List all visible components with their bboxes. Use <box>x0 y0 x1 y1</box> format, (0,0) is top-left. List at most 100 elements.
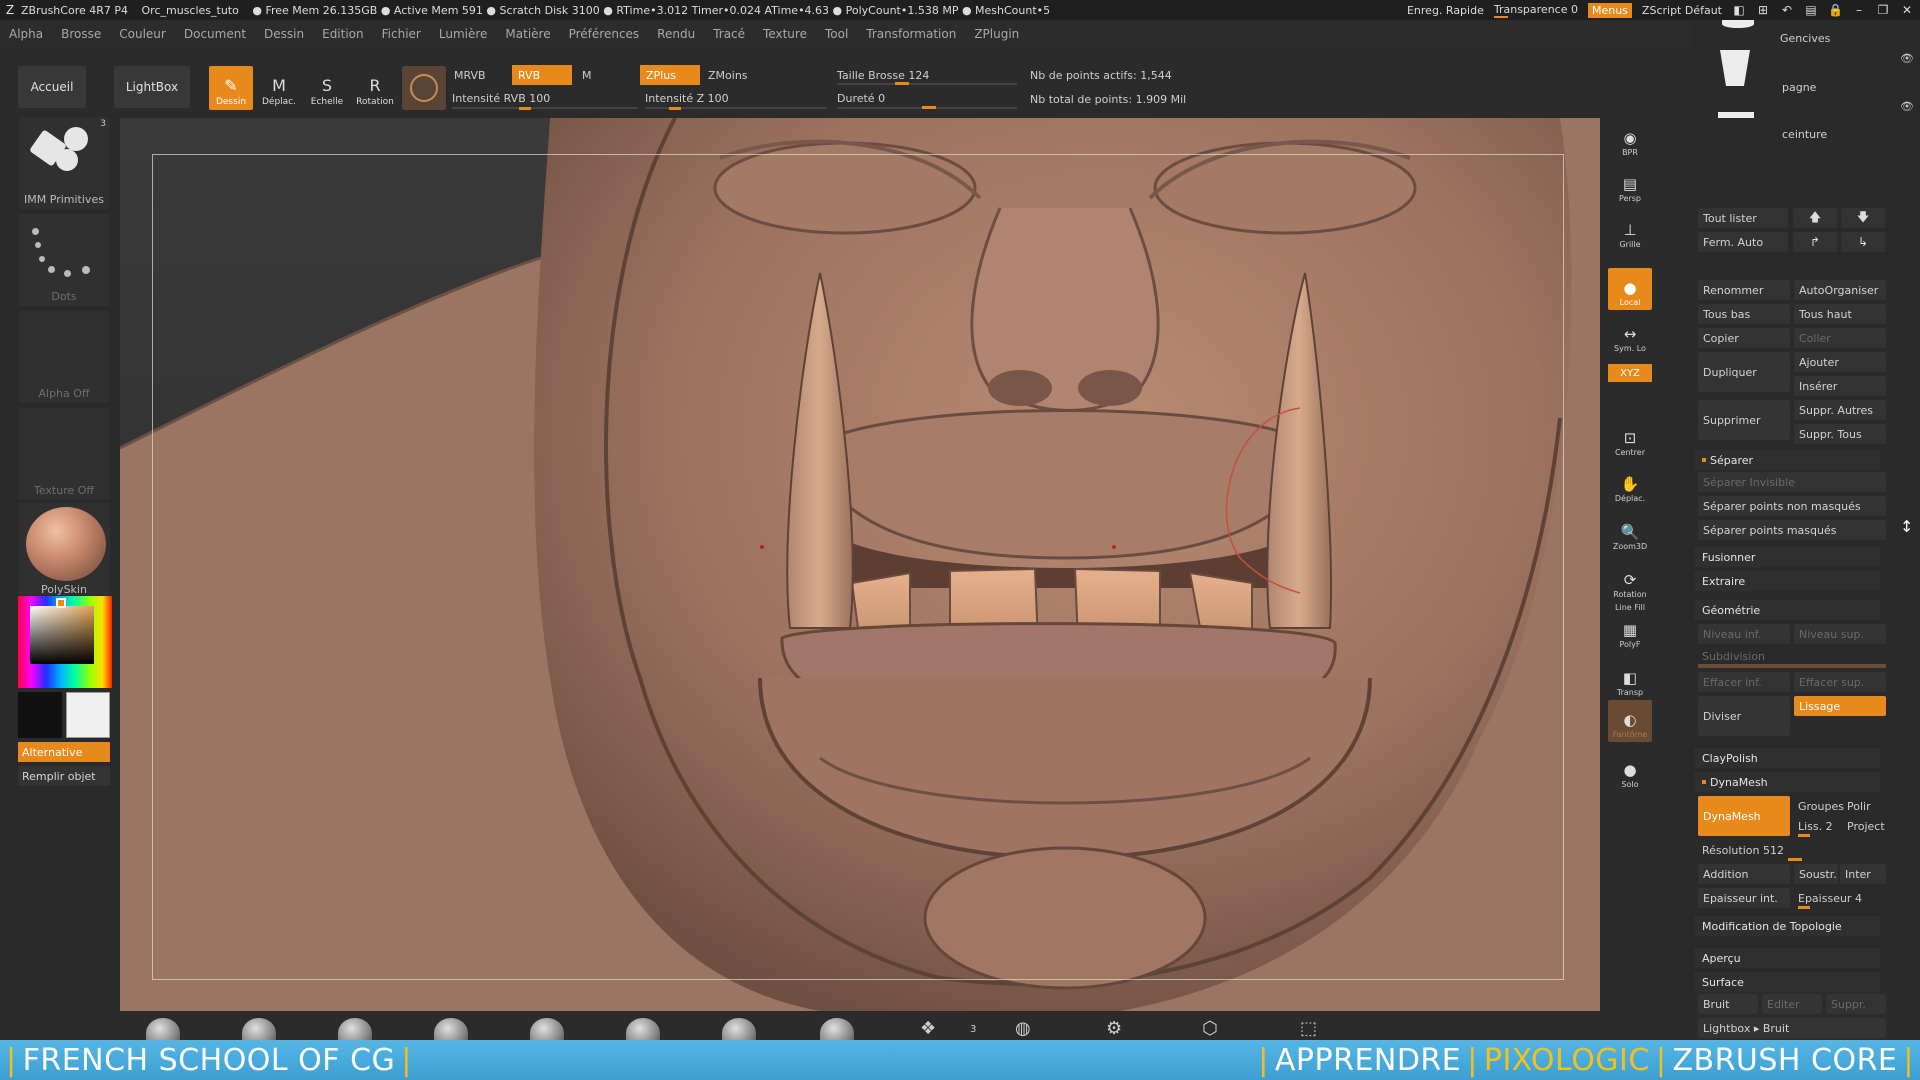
menu-item-3[interactable]: Document <box>175 27 255 41</box>
polyframe-button[interactable]: ▦ PolyF <box>1608 610 1652 652</box>
paste-button[interactable]: Coller <box>1794 328 1886 348</box>
eye-icon-loincloth[interactable]: 👁 <box>1900 100 1914 113</box>
rgb-toggle[interactable]: RVB <box>512 65 572 85</box>
draw-tool-button[interactable]: ✎ Dessin <box>209 66 253 110</box>
rotate-view-button[interactable]: ⟳ Rotation <box>1608 560 1652 602</box>
add-button[interactable]: Addition <box>1698 864 1790 884</box>
mrgb-toggle[interactable]: MRVB <box>448 65 510 85</box>
all-low-button[interactable]: Tous bas <box>1698 304 1790 324</box>
home-button[interactable]: Accueil <box>18 66 86 108</box>
split-masked-button[interactable]: Séparer points masqués <box>1698 520 1886 540</box>
menu-item-15[interactable]: ZPlugin <box>965 27 1028 41</box>
all-high-button[interactable]: Tous haut <box>1794 304 1886 324</box>
transparency-slider[interactable]: Transparence 0 <box>1493 3 1578 18</box>
subtool-loincloth[interactable]: pagne <box>1782 81 1816 94</box>
autoreorder-button[interactable]: AutoOrganiser <box>1794 280 1886 300</box>
insert-button[interactable]: Insérer <box>1794 376 1886 396</box>
zoom3d-button[interactable]: 🔍 Zoom3D <box>1608 512 1652 554</box>
delete-lower-button[interactable]: Effacer inf. <box>1698 672 1790 692</box>
m-toggle[interactable]: M <box>576 65 616 85</box>
menus-toggle[interactable]: Menus <box>1587 2 1632 18</box>
material-swatch-button[interactable] <box>402 66 446 110</box>
color-saturation-square[interactable] <box>30 606 94 664</box>
menu-item-7[interactable]: Lumière <box>430 27 497 41</box>
smooth-toggle[interactable]: Lissage <box>1794 696 1886 716</box>
grid-button[interactable]: ⊥ Grille <box>1608 210 1652 252</box>
subtract-button[interactable]: Soustr. <box>1794 864 1838 884</box>
material-thumb[interactable]: PolySkin <box>18 503 110 596</box>
frame-button[interactable]: ⊡ Centrer <box>1608 418 1652 460</box>
menu-item-9[interactable]: Préférences <box>560 27 649 41</box>
thickness-slider[interactable]: Epaisseur 4 <box>1798 892 1862 905</box>
polish-toggle[interactable]: Polir <box>1847 800 1871 813</box>
split-unmasked-button[interactable]: Séparer points non masqués <box>1698 496 1886 516</box>
texture-thumb[interactable]: Texture Off <box>18 408 110 500</box>
list-all-button[interactable]: Tout lister <box>1698 208 1788 228</box>
polygroup-icon[interactable]: ⬡ <box>1202 1018 1218 1039</box>
menu-item-4[interactable]: Dessin <box>255 27 313 41</box>
delete-noise-button[interactable]: Suppr. <box>1826 994 1886 1014</box>
undo-icon[interactable]: ↶ <box>1780 3 1794 17</box>
groups-toggle[interactable]: Groupes <box>1798 800 1844 813</box>
menu-item-13[interactable]: Tool <box>816 27 857 41</box>
append-button[interactable]: Ajouter <box>1794 352 1886 372</box>
arrow-up-right-icon[interactable]: ↱ <box>1793 232 1837 252</box>
merge-section-header[interactable]: Fusionner <box>1694 547 1880 567</box>
dynamesh-button[interactable]: DynaMesh <box>1698 796 1790 836</box>
stroke-thumb[interactable]: Dots <box>18 214 110 306</box>
duplicate-button[interactable]: Dupliquer <box>1698 352 1790 392</box>
subtool-belt[interactable]: ceinture <box>1782 128 1827 141</box>
ghost-button[interactable]: ◐ Fantôme <box>1608 700 1652 742</box>
blur-slider[interactable]: Liss. 2 <box>1798 820 1833 833</box>
alternative-button[interactable]: Alternative <box>18 742 110 762</box>
brush-size-slider[interactable] <box>837 83 1017 85</box>
menu-item-8[interactable]: Matière <box>496 27 559 41</box>
zscript-default[interactable]: ZScript Défaut <box>1642 4 1722 17</box>
canvas-viewport[interactable] <box>120 118 1600 1011</box>
divide-button[interactable]: Diviser <box>1698 696 1790 736</box>
menu-item-6[interactable]: Fichier <box>373 27 430 41</box>
higher-res-button[interactable]: Niveau sup. <box>1794 624 1886 644</box>
alpha-thumb[interactable]: Alpha Off <box>18 311 110 403</box>
delete-all-button[interactable]: Suppr. Tous <box>1794 424 1886 444</box>
local-symmetry-button[interactable]: ↔ Sym. Lo <box>1608 314 1652 356</box>
gizmo-icon[interactable]: ⚙ <box>1106 1018 1122 1039</box>
dynamesh-section-header[interactable]: DynaMesh <box>1694 772 1880 792</box>
selection-rect-icon[interactable]: ⬚ <box>1300 1018 1317 1039</box>
preview-section-header[interactable]: Aperçu <box>1694 948 1880 968</box>
hue-marker[interactable] <box>56 598 66 608</box>
resolution-slider[interactable]: Résolution 512 <box>1702 844 1784 857</box>
subtool-thumb-gums[interactable] <box>1722 20 1754 28</box>
minimize-icon[interactable]: – <box>1852 3 1866 17</box>
secondary-color-swatch[interactable] <box>18 692 62 738</box>
noise-button[interactable]: Bruit <box>1698 994 1758 1014</box>
lock-icon[interactable]: 🔒 <box>1828 3 1843 17</box>
local-button[interactable]: ● Local <box>1608 268 1652 310</box>
brush-mask-icon[interactable]: ◍ <box>1015 1018 1031 1039</box>
move-view-button[interactable]: ✋ Déplac. <box>1608 464 1652 506</box>
zsub-toggle[interactable]: ZMoins <box>702 65 762 85</box>
surface-section-header[interactable]: Surface <box>1694 972 1880 992</box>
intersect-button[interactable]: Inter <box>1840 864 1886 884</box>
xyz-button[interactable]: XYZ <box>1608 364 1652 382</box>
menu-item-1[interactable]: Brosse <box>52 27 110 41</box>
main-color-swatch[interactable] <box>66 692 110 738</box>
lower-res-button[interactable]: Niveau inf. <box>1698 624 1790 644</box>
copy-button[interactable]: Copier <box>1698 328 1790 348</box>
persp-button[interactable]: ▤ Persp <box>1608 164 1652 206</box>
extract-section-header[interactable]: Extraire <box>1694 571 1880 591</box>
scale-tool-button[interactable]: S Echelle <box>305 66 349 110</box>
menu-item-2[interactable]: Couleur <box>110 27 175 41</box>
geometry-section-header[interactable]: Géométrie <box>1694 600 1880 620</box>
zadd-toggle[interactable]: ZPlus <box>640 65 700 85</box>
fill-object-button[interactable]: Remplir objet <box>18 766 110 786</box>
project-toggle[interactable]: Project <box>1847 820 1885 833</box>
layout-icon[interactable]: ◧ <box>1732 3 1746 17</box>
delete-button[interactable]: Supprimer <box>1698 400 1790 440</box>
solo-button[interactable]: ● Solo <box>1608 750 1652 792</box>
menu-item-12[interactable]: Texture <box>754 27 816 41</box>
menu-item-10[interactable]: Rendu <box>648 27 704 41</box>
rename-button[interactable]: Renommer <box>1698 280 1790 300</box>
claypolish-section-header[interactable]: ClayPolish <box>1694 748 1880 768</box>
ui-icon[interactable]: ⊞ <box>1756 3 1770 17</box>
